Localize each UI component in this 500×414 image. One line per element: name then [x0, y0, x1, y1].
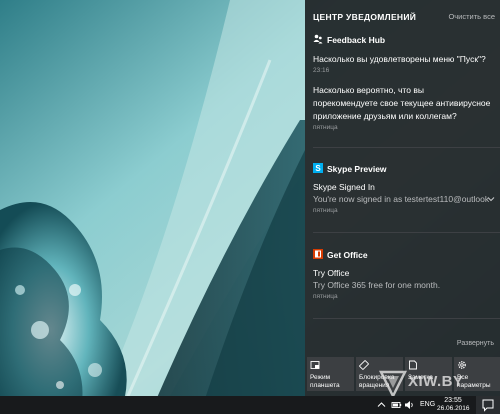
- app-group-get-office: Get Office Try Office Try Office 365 fre…: [305, 248, 500, 308]
- rotation-lock-icon: [359, 360, 369, 370]
- taskbar-clock[interactable]: 23:55 26.06.2016: [437, 396, 470, 414]
- app-group-skype-preview: S Skype Preview Skype Signed In You're n…: [305, 162, 500, 222]
- group-divider: [313, 232, 500, 233]
- app-name: Feedback Hub: [327, 35, 386, 45]
- notification-time: 23:16: [313, 67, 330, 74]
- app-group-feedback-hub: Feedback Hub Насколько вы удовлетворены …: [305, 33, 500, 138]
- office-icon: [313, 249, 323, 259]
- clock-date: 26.06.2016: [437, 405, 470, 412]
- action-center-button[interactable]: [476, 396, 500, 414]
- skype-icon: S: [313, 163, 323, 173]
- action-center-title: ЦЕНТР УВЕДОМЛЕНИЙ: [313, 12, 417, 22]
- notification-time: пятница: [313, 293, 338, 300]
- group-divider: [313, 318, 500, 319]
- language-indicator[interactable]: ENG: [420, 401, 435, 408]
- notification-line: приложение друзьям или коллегам?: [313, 111, 457, 121]
- notification-item[interactable]: Насколько вы удовлетворены меню "Пуск"? …: [305, 53, 500, 79]
- app-group-header[interactable]: Get Office: [305, 248, 500, 264]
- notification-icon: [482, 399, 494, 412]
- notification-item[interactable]: Try Office Try Office 365 free for one m…: [305, 267, 500, 303]
- app-name: Skype Preview: [327, 164, 387, 174]
- volume-icon[interactable]: [404, 400, 415, 410]
- settings-gear-icon: [458, 361, 466, 369]
- notification-title: Насколько вы удовлетворены меню "Пуск"?: [313, 54, 486, 64]
- notification-text: Насколько вероятно, что вы порекомендует…: [313, 84, 490, 123]
- notification-body: Try Office 365 free for one month.: [313, 280, 441, 290]
- expand-quick-actions-button[interactable]: Развернуть: [457, 340, 494, 347]
- svg-text:S: S: [315, 164, 321, 173]
- notification-body: You're now signed in as testertest110@ou…: [313, 194, 490, 204]
- action-center-header: ЦЕНТР УВЕДОМЛЕНИЙ Очистить все: [305, 0, 500, 30]
- notification-line: Насколько вероятно, что вы: [313, 85, 424, 95]
- clock-time: 23:55: [444, 397, 462, 404]
- app-group-header[interactable]: Feedback Hub: [305, 33, 500, 49]
- notification-line: порекомендуете свое текущее антивирусное: [313, 98, 491, 108]
- app-group-header[interactable]: S Skype Preview: [305, 162, 500, 178]
- clear-all-button[interactable]: Очистить все: [448, 12, 495, 21]
- chevron-up-icon[interactable]: [376, 400, 387, 410]
- power-battery-icon[interactable]: [391, 400, 402, 410]
- app-name: Get Office: [327, 250, 368, 260]
- notification-item[interactable]: Skype Signed In You're now signed in as …: [305, 181, 500, 217]
- notification-time: пятница: [313, 207, 338, 214]
- note-icon: [409, 360, 417, 370]
- notification-item[interactable]: Насколько вероятно, что вы порекомендует…: [305, 84, 500, 134]
- quick-action-tablet-mode[interactable]: Режим планшета: [307, 357, 354, 391]
- taskbar: ENG 23:55 26.06.2016: [0, 396, 500, 414]
- watermark-text: XIW.BY: [408, 373, 464, 390]
- notification-time: пятница: [313, 124, 338, 131]
- tablet-mode-icon: [310, 361, 320, 369]
- watermark-emblem-icon: [378, 370, 408, 398]
- action-center-panel: ЦЕНТР УВЕДОМЛЕНИЙ Очистить все Feedback …: [305, 0, 500, 396]
- notification-title: Try Office: [313, 268, 350, 278]
- chevron-down-icon[interactable]: [487, 196, 495, 202]
- people-icon: [313, 34, 323, 44]
- group-divider: [313, 147, 500, 148]
- notification-title: Skype Signed In: [313, 182, 375, 192]
- quick-action-label: Режим планшета: [310, 374, 340, 389]
